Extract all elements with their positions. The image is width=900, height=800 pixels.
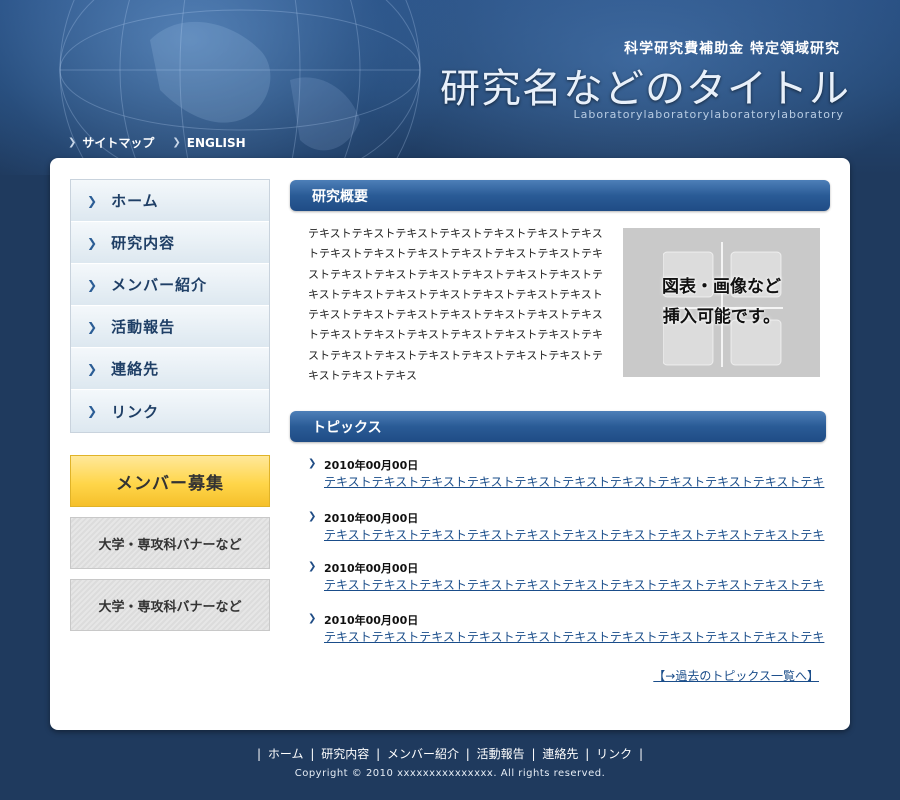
footer-link-reports[interactable]: 活動報告 — [477, 747, 525, 761]
chevron-right-icon: ❯ — [308, 511, 317, 522]
english-link[interactable]: ❯ ENGLISH — [172, 134, 245, 151]
sidebar-item-home[interactable]: ❯ ホーム — [71, 180, 269, 222]
footer-separator: | — [376, 747, 381, 761]
sitemap-link[interactable]: ❯ サイトマップ — [68, 134, 154, 151]
footer-link-research[interactable]: 研究内容 — [321, 747, 369, 761]
topic-item: ❯ 2010年00月00日 テキストテキストテキストテキストテキストテキストテキ… — [308, 561, 824, 594]
sidebar-nav: ❯ ホーム ❯ 研究内容 ❯ メンバー紹介 ❯ 活動報告 ❯ 連絡先 ❯ リンク — [70, 179, 270, 433]
footer-link-contact[interactable]: 連絡先 — [542, 747, 578, 761]
sidebar-item-members[interactable]: ❯ メンバー紹介 — [71, 264, 269, 306]
topic-link[interactable]: テキストテキストテキストテキストテキストテキストテキストテキストテキストテキスト… — [324, 474, 824, 491]
chevron-right-icon: ❯ — [308, 561, 317, 572]
sidebar-item-contact[interactable]: ❯ 連絡先 — [71, 348, 269, 390]
chevron-right-icon: ❯ — [308, 613, 317, 624]
sitemap-link-label: サイトマップ — [82, 136, 155, 150]
sidebar-item-label: メンバー紹介 — [111, 276, 208, 294]
topic-link[interactable]: テキストテキストテキストテキストテキストテキストテキストテキストテキストテキスト… — [324, 629, 824, 646]
sidebar-item-links[interactable]: ❯ リンク — [71, 390, 269, 432]
university-banner[interactable]: 大学・専攻科バナーなど — [70, 579, 270, 631]
footer-separator: | — [585, 747, 590, 761]
footer-separator: | — [257, 747, 262, 761]
figure-caption: 図表・画像など 挿入可能です。 — [623, 272, 820, 332]
project-subtitle: 科学研究費補助金 特定領域研究 — [624, 41, 840, 57]
copyright: Copyright © 2010 xxxxxxxxxxxxxxx. All ri… — [294, 768, 606, 779]
topic-date: 2010年00月00日 — [324, 562, 419, 575]
chevron-right-icon: ❯ — [87, 361, 98, 376]
chevron-right-icon: ❯ — [87, 193, 98, 208]
chevron-right-icon: ❯ — [68, 137, 77, 148]
topic-item: ❯ 2010年00月00日 テキストテキストテキストテキストテキストテキストテキ… — [308, 613, 824, 646]
footer-nav: | ホーム | 研究内容 | メンバー紹介 | 活動報告 | 連絡先 | リンク… — [0, 745, 900, 762]
chevron-right-icon: ❯ — [87, 277, 98, 292]
footer-separator: | — [531, 747, 536, 761]
chevron-right-icon: ❯ — [172, 137, 181, 148]
chevron-right-icon: ❯ — [87, 319, 98, 334]
sidebar-item-label: 連絡先 — [111, 360, 160, 378]
sidebar-item-label: 活動報告 — [111, 318, 176, 336]
member-recruit-banner[interactable]: メンバー募集 — [70, 455, 270, 507]
sidebar-item-research[interactable]: ❯ 研究内容 — [71, 222, 269, 264]
english-link-label: ENGLISH — [186, 135, 246, 150]
footer-separator: | — [638, 747, 643, 761]
topic-date: 2010年00月00日 — [324, 614, 419, 627]
top-links: ❯ サイトマップ ❯ ENGLISH — [68, 134, 246, 151]
figure-placeholder: 図表・画像など 挿入可能です。 — [623, 228, 820, 377]
sidebar-item-reports[interactable]: ❯ 活動報告 — [71, 306, 269, 348]
chevron-right-icon: ❯ — [308, 458, 317, 469]
main-content-card: ❯ ホーム ❯ 研究内容 ❯ メンバー紹介 ❯ 活動報告 ❯ 連絡先 ❯ リンク… — [50, 158, 850, 730]
footer-link-links[interactable]: リンク — [596, 747, 632, 761]
lab-name: Laboratorylaboratorylaboratorylaboratory — [573, 108, 844, 121]
topic-date: 2010年00月00日 — [324, 459, 419, 472]
sidebar-item-label: ホーム — [111, 192, 159, 210]
topic-item: ❯ 2010年00月00日 テキストテキストテキストテキストテキストテキストテキ… — [308, 458, 824, 491]
topic-date: 2010年00月00日 — [324, 512, 419, 525]
overview-heading: 研究概要 — [290, 180, 830, 211]
topic-link[interactable]: テキストテキストテキストテキストテキストテキストテキストテキストテキストテキスト… — [324, 527, 824, 544]
sidebar-item-label: 研究内容 — [111, 234, 176, 252]
footer-separator: | — [310, 747, 315, 761]
footer-link-members[interactable]: メンバー紹介 — [387, 747, 459, 761]
topics-heading: トピックス — [290, 411, 826, 442]
footer-separator: | — [465, 747, 470, 761]
header: 科学研究費補助金 特定領域研究 研究名などのタイトル Laboratorylab… — [0, 0, 900, 175]
footer-link-home[interactable]: ホーム — [268, 747, 304, 761]
university-banner[interactable]: 大学・専攻科バナーなど — [70, 517, 270, 569]
figure-caption-line: 図表・画像など — [662, 277, 781, 297]
overview-body-text: テキストテキストテキストテキストテキストテキストテキストテキストテキストテキスト… — [308, 227, 604, 383]
figure-caption-line: 挿入可能です。 — [662, 307, 781, 327]
site-title: 研究名などのタイトル — [440, 66, 850, 112]
topic-link[interactable]: テキストテキストテキストテキストテキストテキストテキストテキストテキストテキスト… — [324, 577, 824, 594]
sidebar-item-label: リンク — [111, 402, 160, 421]
chevron-right-icon: ❯ — [87, 235, 98, 250]
topic-item: ❯ 2010年00月00日 テキストテキストテキストテキストテキストテキストテキ… — [308, 511, 824, 544]
past-topics-link[interactable]: 【→過去のトピックス一覧へ】 — [653, 667, 819, 684]
chevron-right-icon: ❯ — [87, 404, 98, 418]
